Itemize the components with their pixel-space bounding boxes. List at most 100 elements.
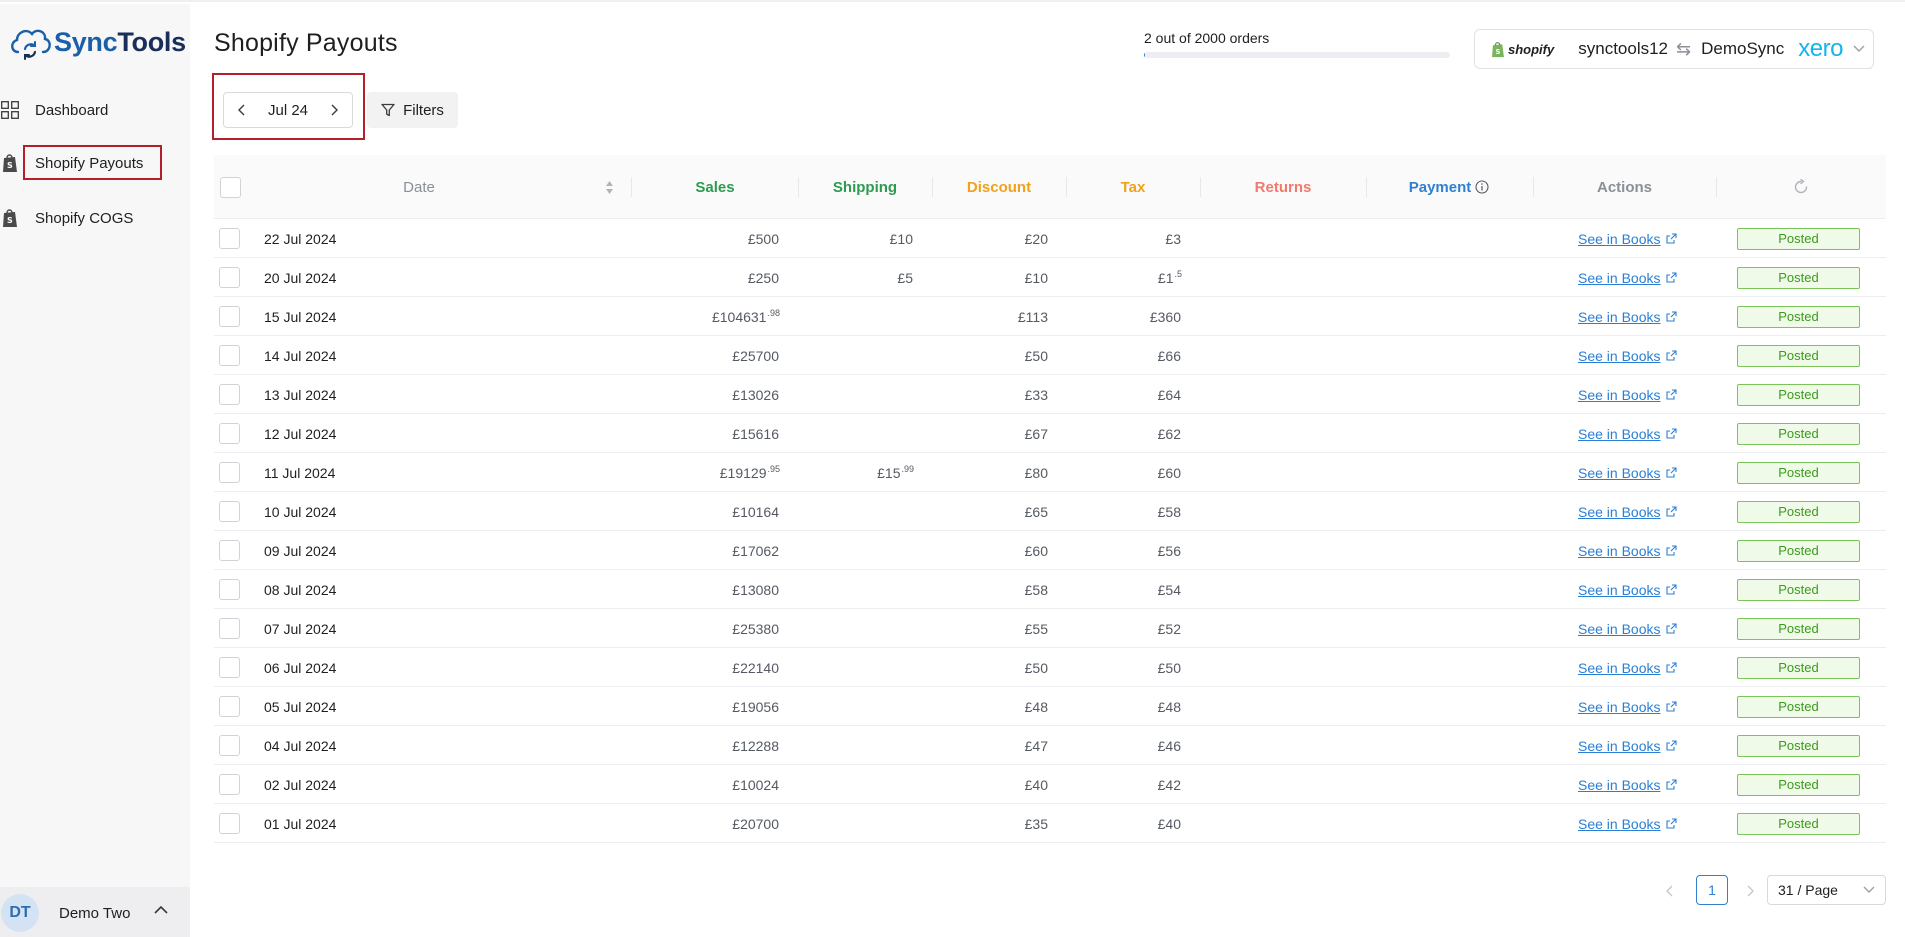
see-in-books-link[interactable]: See in Books: [1578, 582, 1677, 598]
see-in-books-label: See in Books: [1578, 776, 1661, 793]
status-badge: Posted: [1737, 734, 1860, 757]
status-cell: Posted: [1737, 219, 1867, 258]
status-badge: Posted: [1737, 656, 1860, 679]
see-in-books-link[interactable]: See in Books: [1578, 543, 1677, 559]
pagination-page-1[interactable]: 1: [1696, 875, 1728, 905]
sidebar-item-dashboard[interactable]: Dashboard: [0, 93, 108, 127]
chevron-left-icon[interactable]: [1666, 885, 1674, 897]
status-cell: Posted: [1737, 765, 1867, 804]
date-cell: 08 Jul 2024: [264, 581, 337, 598]
row-checkbox[interactable]: [219, 267, 240, 288]
row-checkbox[interactable]: [219, 228, 240, 249]
date-cell: 12 Jul 2024: [264, 425, 337, 442]
see-in-books-link[interactable]: See in Books: [1578, 777, 1677, 793]
row-checkbox[interactable]: [219, 813, 240, 834]
see-in-books-link[interactable]: See in Books: [1578, 426, 1677, 442]
row-checkbox[interactable]: [219, 618, 240, 639]
row-select-cell: [219, 219, 241, 258]
external-link-icon: [1665, 350, 1677, 361]
row-checkbox[interactable]: [219, 462, 240, 483]
see-in-books-link[interactable]: See in Books: [1578, 348, 1677, 364]
info-icon[interactable]: [1475, 180, 1489, 194]
discount-cell: £58: [1024, 581, 1048, 598]
select-all-checkbox[interactable]: [219, 176, 241, 198]
see-in-books-link[interactable]: See in Books: [1578, 816, 1677, 832]
tax-cell: £48: [1066, 687, 1182, 726]
page-size-select[interactable]: 31 / Page: [1767, 875, 1886, 905]
chevron-right-icon[interactable]: [330, 104, 338, 116]
svg-text:S: S: [7, 216, 13, 225]
status-badge: Posted: [1737, 578, 1860, 601]
chevron-right-icon[interactable]: [1746, 885, 1754, 897]
see-in-books-link[interactable]: See in Books: [1578, 270, 1677, 286]
see-in-books-link[interactable]: See in Books: [1578, 699, 1677, 715]
see-in-books-link[interactable]: See in Books: [1578, 309, 1677, 325]
shipping-cell: [798, 375, 914, 414]
discount-cell: £10: [1024, 269, 1048, 286]
actions-cell: See in Books: [1578, 258, 1718, 297]
row-checkbox[interactable]: [219, 696, 240, 717]
user-menu[interactable]: DT Demo Two: [0, 887, 190, 937]
month-label[interactable]: Jul 24: [268, 102, 308, 119]
sidebar-item-shopify-payouts[interactable]: S Shopify Payouts: [0, 146, 143, 180]
actions-cell: See in Books: [1578, 492, 1718, 531]
sales-value: £10024: [732, 776, 779, 793]
synctools-logo[interactable]: SyncTools: [8, 22, 186, 62]
sidebar-item-shopify-cogs[interactable]: S Shopify COGS: [0, 201, 133, 235]
external-link-icon: [1665, 818, 1677, 829]
refresh-icon[interactable]: [1793, 179, 1809, 195]
row-checkbox[interactable]: [219, 657, 240, 678]
connection-selector[interactable]: S shopify synctools12 ⇆ DemoSync xero: [1474, 29, 1874, 69]
sales-cell: £22140: [632, 648, 780, 687]
shipping-cell: [798, 687, 914, 726]
tax-value: £50: [1157, 659, 1181, 676]
shipping-cell: [798, 765, 914, 804]
row-checkbox[interactable]: [219, 345, 240, 366]
row-checkbox[interactable]: [219, 540, 240, 561]
status-badge: Posted: [1737, 305, 1860, 328]
row-select-cell: [219, 804, 241, 843]
shipping-value: £5: [897, 269, 913, 286]
filters-button[interactable]: Filters: [367, 92, 458, 128]
tax-cell: £54: [1066, 570, 1182, 609]
row-checkbox[interactable]: [219, 735, 240, 756]
row-checkbox[interactable]: [219, 384, 240, 405]
sort-icon[interactable]: [605, 180, 614, 195]
month-picker: Jul 24: [223, 92, 353, 128]
tax-value: £62: [1157, 425, 1181, 442]
external-link-icon: [1665, 389, 1677, 400]
sales-cell: £13026: [632, 375, 780, 414]
tax-cell: £52: [1066, 609, 1182, 648]
row-checkbox[interactable]: [219, 423, 240, 444]
date-cell: 01 Jul 2024: [264, 815, 337, 832]
see-in-books-link[interactable]: See in Books: [1578, 504, 1677, 520]
chevron-up-icon[interactable]: [154, 905, 168, 915]
see-in-books-link[interactable]: See in Books: [1578, 465, 1677, 481]
see-in-books-link[interactable]: See in Books: [1578, 738, 1677, 754]
external-link-icon: [1665, 272, 1677, 283]
shipping-cell: [798, 648, 914, 687]
row-checkbox[interactable]: [219, 306, 240, 327]
filters-label: Filters: [403, 101, 444, 119]
discount-cell: £113: [1017, 308, 1048, 325]
see-in-books-link[interactable]: See in Books: [1578, 231, 1677, 247]
tax-cell: £1.5: [1066, 258, 1182, 297]
row-checkbox[interactable]: [219, 579, 240, 600]
row-select-cell: [219, 687, 241, 726]
see-in-books-link[interactable]: See in Books: [1578, 387, 1677, 403]
svg-text:S: S: [7, 161, 13, 170]
shipping-cell: [798, 297, 914, 336]
status-cell: Posted: [1737, 609, 1867, 648]
external-link-icon: [1665, 623, 1677, 634]
see-in-books-link[interactable]: See in Books: [1578, 621, 1677, 637]
sales-decimal: .95: [767, 463, 780, 474]
chevron-left-icon[interactable]: [238, 104, 246, 116]
actions-cell: See in Books: [1578, 687, 1718, 726]
row-checkbox[interactable]: [219, 774, 240, 795]
row-select-cell: [219, 765, 241, 804]
status-cell: Posted: [1737, 453, 1867, 492]
see-in-books-link[interactable]: See in Books: [1578, 660, 1677, 676]
column-header-date[interactable]: Date: [254, 155, 584, 219]
date-cell: 13 Jul 2024: [264, 386, 337, 403]
row-checkbox[interactable]: [219, 501, 240, 522]
